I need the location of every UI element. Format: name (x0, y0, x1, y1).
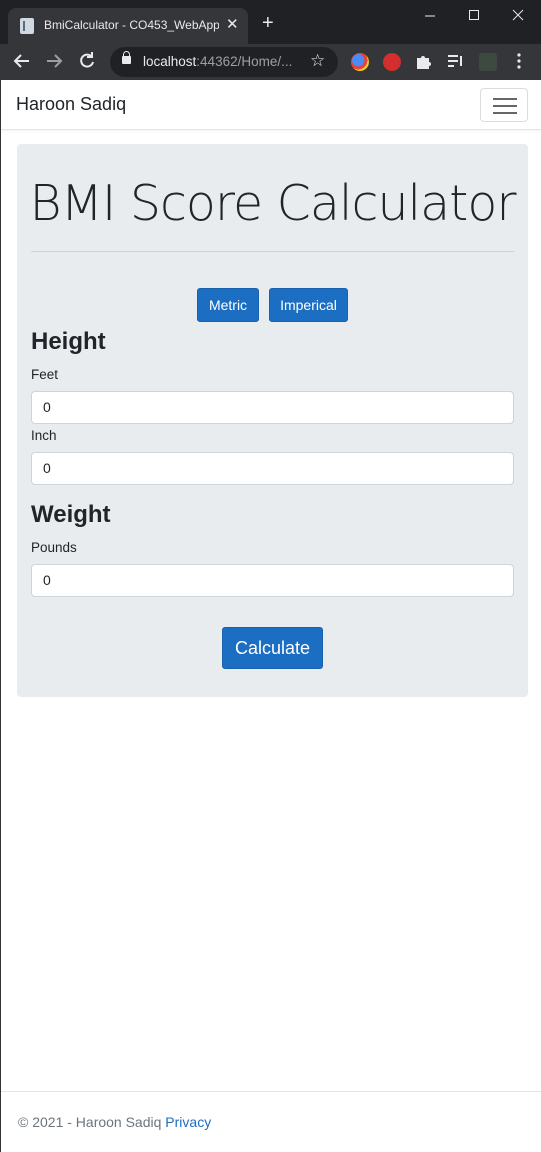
extensions-puzzle-icon[interactable] (414, 50, 432, 77)
reload-icon[interactable] (78, 50, 96, 77)
extension-hand-icon[interactable] (383, 53, 401, 71)
hamburger-line (493, 98, 517, 100)
calculate-button[interactable]: Calculate (222, 627, 323, 669)
tab-title: BmiCalculator - CO453_WebApps (44, 18, 219, 32)
tab-close-icon[interactable]: ✕ (226, 16, 239, 34)
privacy-link[interactable]: Privacy (165, 1114, 211, 1130)
close-icon[interactable] (512, 6, 524, 28)
pounds-label: Pounds (31, 540, 77, 555)
hamburger-line (493, 105, 517, 107)
site-navbar: Haroon Sadiq (1, 80, 541, 130)
page-favicon-icon (20, 18, 34, 34)
minimize-icon[interactable] (424, 6, 436, 28)
page-title: BMI Score Calculator (29, 175, 516, 232)
imperial-button[interactable]: Imperical (269, 288, 348, 322)
metric-button[interactable]: Metric (197, 288, 259, 322)
hamburger-line (493, 112, 517, 114)
maximize-icon[interactable] (468, 6, 480, 28)
page-viewport: Haroon Sadiq BMI Score Calculator Metric… (0, 80, 541, 1152)
browser-toolbar: localhost:44362/Home/... ☆ (0, 44, 541, 80)
calculator-panel: BMI Score Calculator Metric Imperical He… (17, 144, 528, 697)
new-tab-icon[interactable]: + (262, 13, 274, 33)
pounds-input[interactable]: 0 (31, 564, 514, 597)
address-bar[interactable]: localhost:44362/Home/... ☆ (110, 47, 338, 77)
browser-tab[interactable]: BmiCalculator - CO453_WebApps ✕ (8, 8, 248, 44)
site-footer: © 2021 - Haroon Sadiq Privacy (1, 1091, 541, 1152)
copyright-text: © 2021 - Haroon Sadiq (18, 1114, 162, 1130)
bookmark-star-icon[interactable]: ☆ (310, 51, 325, 71)
forward-arrow-icon[interactable] (45, 50, 63, 77)
feet-label: Feet (31, 367, 59, 382)
media-playlist-icon[interactable] (446, 50, 464, 77)
navbar-brand[interactable]: Haroon Sadiq (16, 94, 126, 115)
weight-heading: Weight (31, 501, 111, 528)
url-text: localhost:44362/Home/... (143, 54, 293, 69)
divider (31, 251, 514, 252)
footer-text: © 2021 - Haroon Sadiq Privacy (18, 1114, 211, 1130)
inch-input[interactable]: 0 (31, 452, 514, 485)
back-arrow-icon[interactable] (13, 50, 31, 77)
more-menu-icon[interactable] (516, 50, 522, 77)
extension-color-icon[interactable] (351, 53, 369, 71)
feet-input[interactable]: 0 (31, 391, 514, 424)
lock-icon[interactable] (122, 51, 131, 64)
browser-titlebar: BmiCalculator - CO453_WebApps ✕ + (0, 0, 541, 44)
height-heading: Height (31, 328, 106, 355)
inch-label: Inch (31, 428, 57, 443)
navbar-toggler-button[interactable] (480, 88, 528, 122)
profile-avatar-icon[interactable] (479, 53, 497, 71)
